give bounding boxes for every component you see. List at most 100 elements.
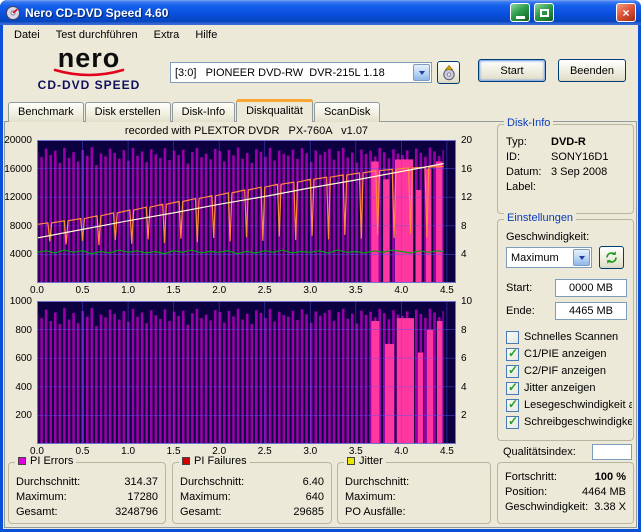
- schreibgeschwindigkeit-row[interactable]: Schreibgeschwindigkeit: [506, 414, 632, 429]
- refresh-speed-button[interactable]: [599, 246, 624, 269]
- axis-tick-label: 2: [461, 410, 467, 422]
- axis-tick-label: 20000: [4, 135, 32, 146]
- panel-title-text: PI Errors: [30, 455, 74, 467]
- axis-tick-label: 3.0: [303, 446, 318, 457]
- start-position-label: Start:: [506, 282, 533, 294]
- axis-tick-label: 0.5: [75, 446, 90, 457]
- panel-title-text: PI Failures: [194, 455, 247, 467]
- lesegeschwindigkeit-checkbox[interactable]: [506, 397, 519, 412]
- axis-tick-label: 10: [461, 296, 473, 307]
- menu-test-durchfuehren[interactable]: Test durchführen: [48, 26, 146, 44]
- schreibgeschwindigkeit-checkbox[interactable]: [506, 414, 519, 429]
- settings-panel: Einstellungen Geschwindigkeit: Maximum S…: [497, 212, 634, 441]
- axis-tick-label: 1000: [9, 296, 32, 307]
- menubar: Datei Test durchführen Extra Hilfe: [3, 25, 638, 45]
- c1-pie-row[interactable]: C1/PIE anzeigen: [506, 346, 607, 361]
- pi-errors-panel-title: PI Errors: [15, 455, 77, 467]
- maximize-button[interactable]: [534, 3, 554, 22]
- jitter-anzeigen-row[interactable]: Jitter anzeigen: [506, 380, 596, 395]
- menu-hilfe[interactable]: Hilfe: [187, 26, 225, 44]
- checkbox-label: C2/PIF anzeigen: [524, 365, 606, 377]
- pi-failures-color-chip: [182, 457, 190, 465]
- titlebar[interactable]: Nero CD-DVD Speed 4.60 ×: [0, 0, 641, 25]
- quality-index-value: [592, 444, 632, 460]
- tab-scandisk[interactable]: ScanDisk: [313, 102, 381, 122]
- pi-errors-chart: [37, 140, 456, 283]
- menu-extra[interactable]: Extra: [146, 26, 188, 44]
- tab-benchmark[interactable]: Benchmark: [8, 102, 84, 122]
- pi-errors-right-axis: 20 16 12 8 4: [458, 135, 482, 283]
- close-button[interactable]: ×: [616, 3, 636, 22]
- eject-button[interactable]: [437, 61, 460, 84]
- pi-errors-x-axis: 0.0 0.5 1.0 1.5 2.0 2.5 3.0 3.5 4.0 4.5: [30, 285, 456, 297]
- chevron-down-icon[interactable]: [413, 64, 430, 81]
- disk-info-row: Typ: DVD-R: [506, 136, 586, 148]
- start-position-field[interactable]: 0000 MB: [555, 279, 627, 297]
- menu-datei[interactable]: Datei: [6, 26, 48, 44]
- pi-failures-right-axis: 10 8 6 4 2: [458, 296, 482, 444]
- pi-errors-color-chip: [18, 457, 26, 465]
- minimize-button[interactable]: [510, 3, 530, 22]
- speed-select[interactable]: Maximum: [506, 247, 592, 268]
- pi-errors-panel: PI Errors Durchschnitt: 314.37 Maximum: 17…: [8, 455, 166, 524]
- refresh-icon: [606, 251, 617, 264]
- checkbox-label: Schnelles Scannen: [524, 331, 619, 343]
- c1-pie-checkbox[interactable]: [506, 346, 519, 361]
- c2-pif-row[interactable]: C2/PIF anzeigen: [506, 363, 606, 378]
- jitter-panel-title: Jitter: [344, 455, 386, 467]
- axis-tick-label: 800: [15, 324, 32, 336]
- axis-tick-label: 0.0: [30, 285, 44, 296]
- disk-info-row: ID: SONY16D1: [506, 151, 609, 163]
- axis-tick-label: 600: [15, 353, 32, 365]
- axis-tick-label: 20: [461, 135, 473, 146]
- progress-row: Fortschritt: 100 %: [505, 471, 626, 483]
- schnelles-scannen-row[interactable]: Schnelles Scannen: [506, 330, 618, 344]
- jitter-anzeigen-checkbox[interactable]: [506, 380, 519, 395]
- axis-tick-label: 1.5: [166, 285, 181, 296]
- lesegeschwindigkeit-row[interactable]: Lesegeschwindigkeit a: [506, 397, 632, 412]
- tab-disk-info[interactable]: Disk-Info: [171, 102, 236, 122]
- tab-disk-erstellen[interactable]: Disk erstellen: [84, 102, 171, 122]
- tab-diskqualitaet[interactable]: Diskqualität: [236, 99, 313, 122]
- toolbar: nero CD-DVD SPEED [3:0] PIONEER DVD-RW D…: [3, 45, 638, 99]
- app-icon: [5, 5, 21, 21]
- start-button[interactable]: Start: [478, 59, 546, 82]
- tab-label: ScanDisk: [323, 106, 371, 118]
- disk-info-row: Datum: 3 Sep 2008: [506, 166, 608, 178]
- axis-tick-label: 3.5: [348, 285, 363, 296]
- axis-tick-label: 16000: [4, 163, 32, 175]
- pi-failures-chart: [37, 301, 456, 444]
- axis-tick-label: 2.0: [212, 285, 227, 296]
- axis-tick-label: 4000: [9, 249, 32, 261]
- disk-info-row: Label:: [506, 181, 536, 193]
- axis-tick-label: 8: [461, 220, 467, 232]
- c2-pif-checkbox[interactable]: [506, 363, 519, 378]
- disk-info-panel: Disk-Info Typ: DVD-R ID: SONY16D1 Datum: 3 …: [497, 117, 634, 214]
- quit-button[interactable]: Beenden: [558, 59, 626, 82]
- end-position-field[interactable]: 4465 MB: [555, 302, 627, 320]
- checkbox-label: C1/PIE anzeigen: [524, 348, 607, 360]
- panel-title-text: Jitter: [359, 455, 383, 467]
- pi-failures-left-axis: 1000 800 600 400 200: [2, 296, 34, 444]
- checkbox-label: Lesegeschwindigkeit a: [524, 399, 632, 411]
- drive-select[interactable]: [3:0] PIONEER DVD-RW DVR-215L 1.18: [170, 62, 432, 83]
- chevron-down-icon[interactable]: [573, 249, 590, 266]
- progress-panel: Fortschritt: 100 % Position: 4464 MB Gesch…: [497, 462, 634, 524]
- window-title: Nero CD-DVD Speed 4.60: [25, 5, 169, 20]
- nero-brand-text: nero: [57, 43, 121, 73]
- stat-row: Maximum:: [345, 491, 396, 503]
- pi-errors-left-axis: 20000 16000 12000 8000 4000: [2, 135, 34, 283]
- axis-tick-label: 400: [15, 381, 32, 393]
- schnelles-scannen-checkbox[interactable]: [506, 330, 519, 344]
- axis-tick-label: 2.5: [257, 446, 272, 457]
- tab-bar: Benchmark Disk erstellen Disk-Info Diskq…: [8, 99, 381, 122]
- axis-tick-label: 6: [461, 353, 467, 365]
- disk-info-panel-title: Disk-Info: [504, 117, 554, 129]
- quality-index-label: Qualitätsindex:: [503, 446, 576, 458]
- axis-tick-label: 12: [461, 192, 473, 204]
- axis-tick-label: 16: [461, 163, 473, 175]
- chart-recorded-with-label: recorded with PLEXTOR DVDR PX-760A v1.07: [124, 125, 369, 137]
- axis-tick-label: 4.5: [439, 285, 454, 296]
- axis-tick-label: 4: [461, 381, 467, 393]
- maximize-icon: [539, 8, 549, 17]
